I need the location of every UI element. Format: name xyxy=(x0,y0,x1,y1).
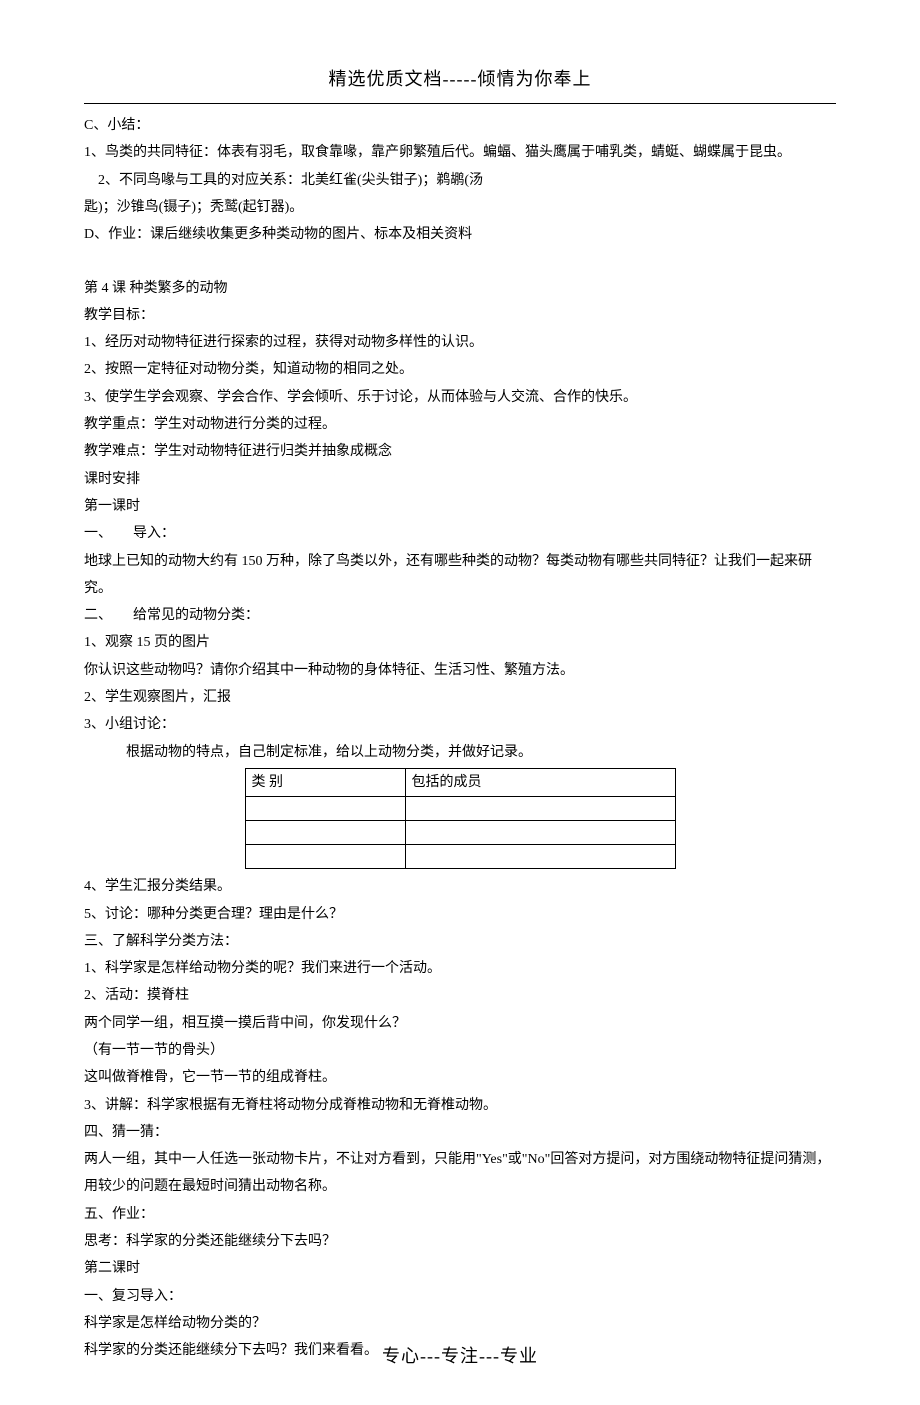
section-2-label: 二、 给常见的动物分类： xyxy=(84,602,836,629)
section-2-item-3: 3、小组讨论： xyxy=(84,711,836,738)
section-3-item-2c: 这叫做脊椎骨，它一节一节的组成脊柱。 xyxy=(84,1064,836,1091)
table-header-members: 包括的成员 xyxy=(405,768,675,796)
table-row xyxy=(245,797,675,821)
section-5-label: 五、作业： xyxy=(84,1201,836,1228)
summary-item-2a: 2、不同鸟喙与工具的对应关系：北美红雀(尖头钳子)；鹈鹕(汤 xyxy=(84,167,836,194)
period-two: 第二课时 xyxy=(84,1255,836,1282)
section-3-label: 三、了解科学分类方法： xyxy=(84,928,836,955)
page-footer: 专心---专注---专业 xyxy=(0,1339,920,1374)
section-1-label: 一、 导入： xyxy=(84,520,836,547)
review-q1: 科学家是怎样给动物分类的？ xyxy=(84,1310,836,1337)
objective-3: 3、使学生学会观察、学会合作、学会倾听、乐于讨论，从而体验与人交流、合作的快乐。 xyxy=(84,384,836,411)
section-3-item-3: 3、讲解：科学家根据有无脊柱将动物分成脊椎动物和无脊椎动物。 xyxy=(84,1092,836,1119)
page-header: 精选优质文档-----倾情为你奉上 xyxy=(84,62,836,104)
review-label: 一、复习导入： xyxy=(84,1283,836,1310)
table-cell xyxy=(405,797,675,821)
section-2-item-3a: 根据动物的特点，自己制定标准，给以上动物分类，并做好记录。 xyxy=(84,739,836,766)
table-cell xyxy=(405,845,675,869)
section-3-item-2a: 两个同学一组，相互摸一摸后背中间，你发现什么？ xyxy=(84,1010,836,1037)
section-1-text: 地球上已知的动物大约有 150 万种，除了鸟类以外，还有哪些种类的动物？每类动物… xyxy=(84,548,836,603)
table-row xyxy=(245,845,675,869)
spacer xyxy=(84,249,836,275)
table-cell xyxy=(245,821,405,845)
summary-heading: C、小结： xyxy=(84,112,836,139)
period-one: 第一课时 xyxy=(84,493,836,520)
table-header-row: 类 别 包括的成员 xyxy=(245,768,675,796)
section-2-item-4: 4、学生汇报分类结果。 xyxy=(84,873,836,900)
section-3-item-2b: （有一节一节的骨头） xyxy=(84,1037,836,1064)
difficult-point: 教学难点：学生对动物特征进行归类并抽象成概念 xyxy=(84,438,836,465)
section-3-item-2: 2、活动：摸脊柱 xyxy=(84,982,836,1009)
section-4-label: 四、猜一猜： xyxy=(84,1119,836,1146)
section-2-item-1a: 你认识这些动物吗？请你介绍其中一种动物的身体特征、生活习性、繁殖方法。 xyxy=(84,657,836,684)
table-row xyxy=(245,821,675,845)
section-4-text: 两人一组，其中一人任选一张动物卡片，不让对方看到，只能用"Yes"或"No"回答… xyxy=(84,1146,836,1201)
key-point: 教学重点：学生对动物进行分类的过程。 xyxy=(84,411,836,438)
summary-item-2b: 匙)；沙锥鸟(镊子)；秃鹫(起钉器)。 xyxy=(84,194,836,221)
classification-table: 类 别 包括的成员 xyxy=(245,768,676,869)
period-arrangement: 课时安排 xyxy=(84,466,836,493)
table-cell xyxy=(405,821,675,845)
table-cell xyxy=(245,797,405,821)
lesson-title: 第 4 课 种类繁多的动物 xyxy=(84,275,836,302)
objective-1: 1、经历对动物特征进行探索的过程，获得对动物多样性的认识。 xyxy=(84,329,836,356)
table-cell xyxy=(245,845,405,869)
section-5-text: 思考：科学家的分类还能继续分下去吗？ xyxy=(84,1228,836,1255)
table-header-category: 类 别 xyxy=(245,768,405,796)
objective-2: 2、按照一定特征对动物分类，知道动物的相同之处。 xyxy=(84,356,836,383)
section-2-item-2: 2、学生观察图片，汇报 xyxy=(84,684,836,711)
objectives-label: 教学目标： xyxy=(84,302,836,329)
homework-d: D、作业：课后继续收集更多种类动物的图片、标本及相关资料 xyxy=(84,221,836,248)
section-2-item-1: 1、观察 15 页的图片 xyxy=(84,629,836,656)
section-2-item-5: 5、讨论：哪种分类更合理？理由是什么？ xyxy=(84,901,836,928)
summary-item-1: 1、鸟类的共同特征：体表有羽毛，取食靠喙，靠产卵繁殖后代。蝙蝠、猫头鹰属于哺乳类… xyxy=(84,139,836,166)
section-3-item-1: 1、科学家是怎样给动物分类的呢？我们来进行一个活动。 xyxy=(84,955,836,982)
